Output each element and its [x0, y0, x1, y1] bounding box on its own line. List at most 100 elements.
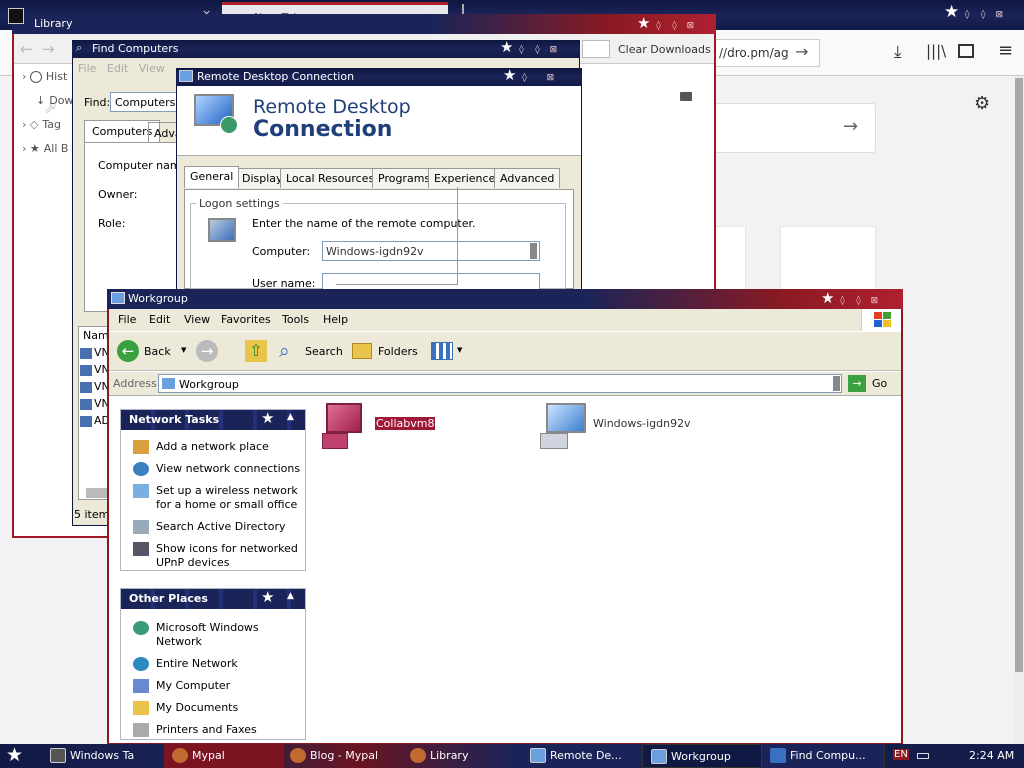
taskbar-item-workgroup[interactable]: Workgroup — [642, 744, 762, 768]
maximize-button[interactable]: ◊ — [516, 73, 532, 83]
collapse-icon[interactable]: ▲ — [287, 591, 294, 601]
computer-item-collabvm8[interactable]: Collabvm8 — [322, 401, 442, 449]
panel-header[interactable]: Network Tasks ★ ▲ — [121, 410, 305, 430]
close-button[interactable]: ⊠ — [542, 73, 558, 83]
list-item[interactable]: VN — [80, 346, 110, 363]
folders-button[interactable]: Folders — [352, 340, 418, 364]
tab-experience[interactable]: Experience — [428, 168, 502, 188]
list-item[interactable]: VN — [80, 397, 110, 414]
firefox-scrollbar[interactable] — [1014, 76, 1024, 746]
firefox-url-bar[interactable]: //dro.pm/ag → — [700, 39, 820, 67]
place-entire-network[interactable]: Entire Network — [121, 655, 305, 673]
gear-icon[interactable]: ⚙ — [974, 93, 990, 114]
tab-programs[interactable]: Programs — [372, 168, 437, 188]
search-icon: ⌕ — [279, 340, 290, 362]
taskbar-item-mypal[interactable]: Mypal — [164, 744, 284, 768]
maximize-button[interactable]: ◊ — [666, 21, 682, 31]
menu-icon[interactable]: ≡ — [998, 40, 1013, 61]
tab-local-resources[interactable]: Local Resources — [280, 168, 381, 188]
taskbar-item-remote-desktop[interactable]: Remote De... — [522, 744, 642, 768]
sidebar-item-all-bookmarks[interactable]: › ★ All B — [22, 142, 68, 155]
close-button[interactable]: ⊠ — [682, 21, 698, 31]
dropdown-scroll[interactable] — [530, 243, 537, 259]
menu-favorites[interactable]: Favorites — [221, 313, 271, 326]
sidebar-icon[interactable] — [958, 44, 974, 58]
window-title: Find Computers — [92, 42, 179, 55]
task-view-network-connections[interactable]: View network connections — [121, 460, 305, 478]
star-icon: ★ — [944, 2, 960, 22]
menu-view[interactable]: View — [184, 313, 210, 326]
forward-arrow-icon[interactable]: → — [42, 40, 55, 58]
minimize-button[interactable]: ◊ — [513, 45, 529, 55]
close-button[interactable]: ⊠ — [545, 45, 561, 55]
go-arrow-icon[interactable]: → — [795, 42, 808, 61]
go-button[interactable]: → Go — [848, 375, 892, 393]
menu-edit[interactable]: Edit — [149, 313, 170, 326]
tab-advanced[interactable]: Advanced — [494, 168, 561, 188]
library-icon[interactable]: |||\ — [926, 42, 946, 60]
task-add-network-place[interactable]: Add a network place — [121, 438, 305, 456]
download-icon[interactable]: ⤓ — [894, 42, 902, 62]
maximize-button[interactable]: ◊ — [975, 10, 991, 20]
search-button[interactable]: ⌕ Search — [279, 340, 343, 364]
start-button[interactable]: ★ — [6, 746, 23, 765]
keyboard-icon[interactable] — [917, 753, 929, 759]
menu-file[interactable]: File — [78, 62, 96, 75]
task-setup-wireless[interactable]: Set up a wireless network for a home or … — [121, 482, 305, 514]
place-printers-faxes[interactable]: Printers and Faxes — [121, 721, 305, 739]
clear-downloads-button[interactable]: Clear Downloads — [618, 43, 711, 56]
find-select[interactable]: Computers — [110, 92, 180, 112]
maximize-button[interactable]: ◊ — [529, 45, 545, 55]
views-button[interactable]: ▼ — [431, 342, 465, 362]
computer-item-windows-igdn92v[interactable]: Windows-igdn92v — [540, 401, 700, 449]
menu-file[interactable]: File — [118, 313, 136, 326]
address-input[interactable]: Workgroup — [158, 374, 842, 393]
taskbar-label: Library — [430, 749, 469, 762]
list-item[interactable]: VN — [80, 380, 110, 397]
search-arrow-icon[interactable]: → — [843, 116, 858, 137]
back-arrow-icon[interactable]: ← — [20, 40, 33, 58]
up-folder-icon[interactable]: ⇧ — [245, 340, 267, 362]
horizontal-scrollbar[interactable] — [86, 488, 108, 498]
taskbar-item-library[interactable]: Library — [402, 744, 522, 768]
sidebar-item-tags[interactable]: › ◇ Tag — [22, 118, 61, 131]
search-box[interactable]: → — [700, 103, 876, 153]
place-my-documents[interactable]: My Documents — [121, 699, 305, 717]
maximize-button[interactable]: ◊ — [850, 296, 866, 306]
close-button[interactable]: ⊠ — [991, 10, 1007, 20]
forward-arrow-icon[interactable]: → — [196, 340, 218, 362]
task-search-active-directory[interactable]: Search Active Directory — [121, 518, 305, 536]
taskbar-item-find-computers[interactable]: Find Compu... — [762, 744, 882, 768]
menu-tools[interactable]: Tools — [282, 313, 309, 326]
minimize-button[interactable]: ◊ — [650, 21, 666, 31]
sidebar-item-label: Tag — [42, 118, 61, 131]
place-microsoft-windows-network[interactable]: Microsoft Windows Network — [121, 619, 305, 651]
menu-help[interactable]: Help — [323, 313, 348, 326]
list-item[interactable]: VN — [80, 363, 110, 380]
panel-header[interactable]: Other Places ★ ▲ — [121, 589, 305, 609]
taskbar-item-windows-task[interactable]: Windows Ta — [42, 744, 162, 768]
folder-icon[interactable] — [680, 92, 692, 101]
task-label: View network connections — [156, 462, 301, 475]
minimize-button[interactable]: ◊ — [834, 296, 850, 306]
task-show-upnp[interactable]: Show icons for networked UPnP devices — [121, 540, 305, 572]
workgroup-toolbar: ← Back ▼ → ⇧ ⌕ Search Folders ▼ — [109, 331, 901, 371]
top-site-tile[interactable] — [780, 226, 876, 290]
menu-edit[interactable]: Edit — [107, 62, 128, 75]
dropdown-button[interactable] — [833, 376, 840, 391]
search-downloads-input[interactable] — [582, 40, 610, 58]
menu-view[interactable]: View — [139, 62, 165, 75]
tab-general[interactable]: General — [184, 166, 240, 188]
language-indicator[interactable]: EN — [893, 749, 909, 760]
minimize-button[interactable]: ◊ — [959, 10, 975, 20]
task-label: Search Active Directory — [156, 520, 286, 533]
taskbar-item-blog-mypal[interactable]: Blog - Mypal — [282, 744, 402, 768]
place-my-computer[interactable]: My Computer — [121, 677, 305, 695]
url-text: //dro.pm/ag — [719, 46, 789, 60]
list-item[interactable]: AD — [80, 414, 110, 431]
close-button[interactable]: ⊠ — [866, 296, 882, 306]
sidebar-item-history[interactable]: › Hist — [22, 70, 67, 83]
chevron-down-icon[interactable]: ▼ — [181, 346, 186, 354]
back-button[interactable]: ← Back ▼ — [117, 340, 186, 364]
collapse-icon[interactable]: ▲ — [287, 412, 294, 422]
